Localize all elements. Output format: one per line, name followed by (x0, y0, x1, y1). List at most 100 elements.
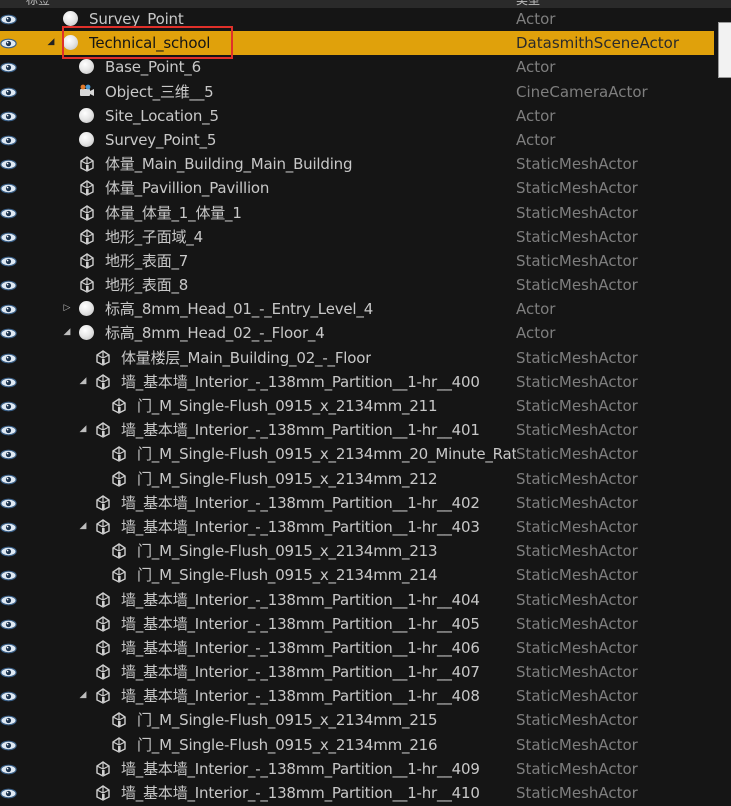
actor-label: 墙_基本墙_Interior_-_138mm_Partition__1-hr__… (121, 687, 480, 706)
tree-row[interactable]: 墙_基本墙_Interior_-_138mm_Partition__1-hr__… (0, 660, 714, 684)
tree-row[interactable]: 门_M_Single-Flush_0915_x_2134mm_213 Static… (0, 539, 714, 563)
tree-row[interactable]: 门_M_Single-Flush_0915_x_2134mm_216 Static… (0, 733, 714, 757)
visibility-eye-icon[interactable] (0, 231, 17, 243)
visibility-eye-icon[interactable] (0, 618, 17, 630)
tree-row[interactable]: 门_M_Single-Flush_0915_x_2134mm_214 Static… (0, 563, 714, 587)
visibility-eye-icon[interactable] (0, 497, 17, 509)
static-mesh-icon (78, 179, 96, 197)
actor-label: 标高_8mm_Head_01_-_Entry_Level_4 (105, 300, 374, 319)
visibility-eye-icon[interactable] (0, 739, 17, 751)
expand-arrow-open-icon[interactable]: ◢ (62, 327, 72, 338)
visibility-eye-icon[interactable] (0, 255, 17, 267)
actor-label: 地形_表面_8 (105, 276, 189, 295)
visibility-eye-icon[interactable] (0, 545, 17, 557)
tree-row[interactable]: 门_M_Single-Flush_0915_x_2134mm_20_Minute… (0, 442, 714, 466)
visibility-eye-icon[interactable] (0, 594, 17, 605)
tree-row[interactable]: 墙_基本墙_Interior_-_138mm_Partition__1-hr__… (0, 781, 714, 805)
visibility-eye-icon[interactable] (0, 86, 17, 97)
tree-row[interactable]: ◢ 墙_基本墙_Interior_-_138mm_Partition__1-hr_… (0, 684, 714, 708)
visibility-eye-icon[interactable] (0, 473, 17, 484)
visibility-eye-icon[interactable] (0, 787, 17, 799)
tree-row[interactable]: ◢ 墙_基本墙_Interior_-_138mm_Partition__1-hr_… (0, 515, 714, 539)
visibility-eye-icon[interactable] (0, 279, 17, 291)
actor-type: StaticMeshActor (516, 566, 638, 585)
visibility-eye-icon[interactable] (0, 714, 17, 726)
tree-row[interactable]: 墙_基本墙_Interior_-_138mm_Partition__1-hr__… (0, 636, 714, 660)
tree-row[interactable]: 地形_子面域_4 StaticMeshActor (0, 225, 714, 249)
actor-label: 墙_基本墙_Interior_-_138mm_Partition__1-hr__… (121, 493, 480, 512)
tree-row[interactable]: 门_M_Single-Flush_0915_x_2134mm_211 Static… (0, 394, 714, 418)
expand-arrow-closed-icon[interactable]: ▷ (62, 303, 72, 314)
visibility-eye-icon[interactable] (0, 134, 17, 146)
visibility-eye-icon[interactable] (0, 569, 17, 581)
tree-row[interactable]: 墙_基本墙_Interior_-_138mm_Partition__1-hr__… (0, 491, 714, 515)
static-mesh-icon (110, 736, 128, 754)
tree-row[interactable]: 地形_表面_8 StaticMeshActor (0, 273, 714, 297)
actor-label: 地形_表面_7 (105, 251, 189, 270)
visibility-eye-icon[interactable] (0, 448, 17, 460)
expand-arrow-open-icon[interactable]: ◢ (78, 424, 88, 435)
static-mesh-icon (110, 711, 128, 729)
actor-type: Actor (516, 58, 556, 77)
expand-arrow-open-icon[interactable]: ◢ (78, 376, 88, 387)
actor-label: 墙_基本墙_Interior_-_138mm_Partition__1-hr__… (121, 372, 480, 391)
visibility-eye-icon[interactable] (0, 521, 17, 533)
visibility-eye-icon[interactable] (0, 110, 17, 122)
actor-label: Site_Location_5 (105, 106, 219, 125)
tree-row[interactable]: Survey_Point_5 Actor (0, 128, 714, 152)
tree-row[interactable]: 体量_体量_1_体量_1 StaticMeshActor (0, 201, 714, 225)
expand-arrow-open-icon[interactable]: ◢ (46, 37, 56, 48)
visibility-eye-icon[interactable] (0, 424, 17, 436)
static-mesh-icon (94, 663, 112, 681)
tree-row[interactable]: ◢ 墙_基本墙_Interior_-_138mm_Partition__1-hr_… (0, 418, 714, 442)
tree-row[interactable]: 体量楼层_Main_Building_02_-_Floor StaticMeshA… (0, 346, 714, 370)
static-mesh-icon (94, 494, 112, 512)
visibility-eye-icon[interactable] (0, 642, 17, 654)
visibility-eye-icon[interactable] (0, 207, 17, 218)
visibility-eye-icon[interactable] (0, 13, 17, 25)
tree-row[interactable]: 墙_基本墙_Interior_-_138mm_Partition__1-hr__… (0, 757, 714, 781)
tree-row[interactable]: 门_M_Single-Flush_0915_x_2134mm_212 Static… (0, 467, 714, 491)
tree-row[interactable]: 墙_基本墙_Interior_-_138mm_Partition__1-hr__… (0, 588, 714, 612)
visibility-eye-icon[interactable] (0, 666, 17, 678)
expand-arrow-open-icon[interactable]: ◢ (78, 521, 88, 532)
visibility-eye-icon[interactable] (0, 158, 17, 170)
actor-label: 墙_基本墙_Interior_-_138mm_Partition__1-hr__… (121, 614, 480, 633)
actor-type: StaticMeshActor (516, 372, 638, 391)
tree-row[interactable]: 体量_Pavillion_Pavillion StaticMeshActor (0, 176, 714, 200)
visibility-eye-icon[interactable] (0, 303, 17, 315)
tree-row[interactable]: Object_三维__5 CineCameraActor (0, 80, 714, 104)
tree-row[interactable]: Base_Point_6 Actor (0, 55, 714, 79)
visibility-eye-icon[interactable] (0, 327, 17, 339)
tree-row[interactable]: 体量_Main_Building_Main_Building StaticMesh… (0, 152, 714, 176)
actor-type: CineCameraActor (516, 82, 648, 101)
visibility-eye-icon[interactable] (0, 37, 17, 49)
expand-arrow-open-icon[interactable]: ◢ (78, 690, 88, 701)
tree-row[interactable]: Site_Location_5 Actor (0, 104, 714, 128)
static-mesh-icon (78, 155, 96, 173)
actor-label: 墙_基本墙_Interior_-_138mm_Partition__1-hr__… (121, 784, 480, 802)
static-mesh-icon (94, 687, 112, 705)
static-mesh-icon (78, 204, 96, 222)
tree-row[interactable]: 墙_基本墙_Interior_-_138mm_Partition__1-hr__… (0, 612, 714, 636)
visibility-eye-icon[interactable] (0, 352, 17, 364)
actor-type: StaticMeshActor (516, 711, 638, 730)
visibility-eye-icon[interactable] (0, 690, 17, 702)
actor-type: StaticMeshActor (516, 638, 638, 657)
visibility-eye-icon[interactable] (0, 763, 17, 775)
actor-type: StaticMeshActor (516, 542, 638, 561)
actor-type: StaticMeshActor (516, 517, 638, 536)
static-mesh-icon (94, 615, 112, 633)
actor-label: 门_M_Single-Flush_0915_x_2134mm_214 (137, 566, 438, 585)
visibility-eye-icon[interactable] (0, 61, 17, 73)
tree-row[interactable]: 地形_表面_7 StaticMeshActor (0, 249, 714, 273)
visibility-eye-icon[interactable] (0, 376, 17, 388)
tree-row[interactable]: ▷ 标高_8mm_Head_01_-_Entry_Level_4 Actor (0, 297, 714, 321)
tree-row[interactable]: ◢ 墙_基本墙_Interior_-_138mm_Partition__1-hr_… (0, 370, 714, 394)
tree-row[interactable]: ◢ 标高_8mm_Head_02_-_Floor_4 Actor (0, 321, 714, 345)
tree-row[interactable]: 门_M_Single-Flush_0915_x_2134mm_215 Static… (0, 708, 714, 732)
visibility-eye-icon[interactable] (0, 182, 17, 194)
actor-type: StaticMeshActor (516, 469, 638, 488)
visibility-eye-icon[interactable] (0, 400, 17, 412)
static-mesh-icon (94, 639, 112, 657)
